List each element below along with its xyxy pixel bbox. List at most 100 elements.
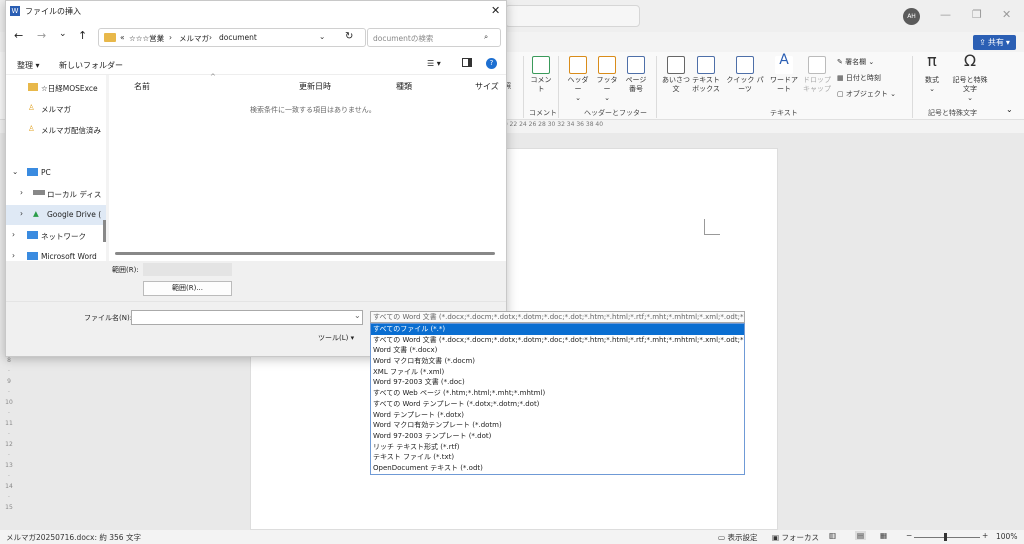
search-input[interactable]: documentの検索 ⌕ [367, 28, 501, 47]
range-field[interactable] [143, 263, 232, 276]
share-icon: ⇪ [979, 38, 986, 47]
chevron-right-icon[interactable]: › [20, 209, 23, 218]
calendar-icon: ▦ [837, 74, 846, 82]
ribbon-button-dropcap[interactable]: ドロップキャップ [803, 56, 831, 94]
view-options-icon[interactable]: ☰ ▾ [427, 59, 441, 68]
file-type-option[interactable]: リッチ テキスト形式 (*.rtf) [371, 442, 744, 453]
file-type-option[interactable]: テキスト ファイル (*.txt) [371, 452, 744, 463]
forward-icon[interactable]: → [37, 29, 46, 42]
file-type-dropdown[interactable]: すべてのファイル (*.*) すべての Word 文書 (*.docx;*.do… [370, 323, 745, 475]
print-layout-icon[interactable]: ▤ [855, 531, 867, 540]
file-type-option[interactable]: Word テンプレート (*.dotx) [371, 410, 744, 421]
close-icon[interactable]: ✕ [491, 4, 500, 17]
chevron-down-icon[interactable]: ⌄ [319, 32, 325, 41]
file-type-option[interactable]: Word 文書 (*.docx) [371, 345, 744, 356]
ribbon-button-symbol[interactable]: Ω 記号と特殊文字 ⌄ [950, 51, 990, 103]
zoom-level[interactable]: 100% [996, 532, 1017, 541]
sidebar-item[interactable]: › ▲ Google Drive ( [6, 205, 106, 225]
share-button[interactable]: ⇪ 共有 ▾ [973, 35, 1016, 50]
breadcrumb-prefix[interactable]: « [120, 33, 125, 42]
address-bar[interactable]: « ☆☆☆営業 › メルマガ › document ⌄ ↻ [98, 28, 366, 47]
margin-corner-mark [704, 219, 720, 235]
sidebar-item[interactable]: ⌄ PC [6, 163, 102, 183]
read-mode-icon[interactable]: ▥ [829, 531, 836, 540]
help-icon[interactable]: ? [486, 58, 497, 69]
zoom-out-icon[interactable]: − [906, 531, 912, 540]
up-icon[interactable]: ↑ [78, 29, 87, 42]
ribbon-button-wordart[interactable]: A ワードアート [770, 53, 798, 94]
ribbon-button-footer[interactable]: フッター ⌄ [594, 56, 620, 103]
word-count[interactable]: メルマガ20250716.docx: 約 356 文字 [6, 532, 141, 543]
file-type-select[interactable]: すべての Word 文書 (*.docx;*.docm;*.dotx;*.dot… [370, 311, 745, 323]
filename-input[interactable]: ⌄ [131, 310, 363, 325]
file-type-option[interactable]: すべてのファイル (*.*) [371, 324, 744, 335]
ribbon-button-page-number[interactable]: ページ番号 [623, 56, 649, 94]
file-type-option[interactable]: Word 97-2003 テンプレート (*.dot) [371, 431, 744, 442]
file-type-option[interactable]: OpenDocument テキスト (*.odt) [371, 463, 744, 474]
file-type-option[interactable]: すべての Word 文書 (*.docx;*.docm;*.dotx;*.dot… [371, 335, 744, 346]
file-type-option[interactable]: Word マクロ有効文書 (*.docm) [371, 356, 744, 367]
new-folder-button[interactable]: 新しいフォルダー [59, 60, 123, 71]
sidebar-item[interactable]: › ネットワーク [6, 226, 102, 246]
avatar[interactable]: AH [903, 8, 920, 25]
sidebar-item[interactable]: ›ローカル ディスク [6, 184, 102, 204]
ribbon-button-greeting[interactable]: あいさつ文 [662, 56, 690, 94]
file-type-option[interactable]: すべての Web ページ (*.htm;*.html;*.mht;*.mhtml… [371, 388, 744, 399]
back-icon[interactable]: ← [14, 29, 23, 42]
column-header-size[interactable]: サイズ [475, 81, 499, 92]
zoom-slider[interactable] [914, 537, 980, 538]
sidebar-scrollbar[interactable] [103, 220, 106, 242]
close-window-icon[interactable]: ✕ [1002, 8, 1011, 21]
recent-locations-icon[interactable]: ⌄ [59, 29, 67, 39]
column-header-modified[interactable]: 更新日時 [299, 81, 331, 92]
column-header-name[interactable]: 名前 [134, 81, 150, 92]
web-layout-icon[interactable]: ▦ [880, 531, 887, 540]
chevron-right-icon[interactable]: › [12, 251, 15, 260]
minimize-icon[interactable]: — [940, 8, 951, 21]
organize-button[interactable]: 整理 ▾ [17, 60, 40, 71]
file-type-option[interactable]: XML ファイル (*.xml) [371, 367, 744, 378]
ribbon-signature-line[interactable]: ✎ 署名欄 ⌄ [837, 58, 907, 67]
breadcrumb-item[interactable]: document [219, 33, 257, 42]
disk-icon [33, 190, 45, 195]
refresh-icon[interactable]: ↻ [345, 31, 353, 42]
file-type-option[interactable]: Word 97-2003 文書 (*.doc) [371, 377, 744, 388]
sidebar-item[interactable]: › Microsoft Word [6, 247, 102, 261]
column-header-type[interactable]: 種類 [396, 81, 412, 92]
sidebar-item[interactable]: ♙ メルマガ配信済み [6, 120, 102, 140]
focus-button[interactable]: ▣ フォーカス [772, 532, 819, 543]
tools-button[interactable]: ツール(L) ▾ [318, 333, 354, 343]
folder-icon [104, 33, 116, 42]
ribbon-date-time[interactable]: ▦ 日付と時刻 [837, 74, 907, 83]
ribbon-button-comment[interactable]: コメント [528, 56, 554, 94]
ribbon-object[interactable]: ▢ オブジェクト ⌄ [837, 90, 907, 99]
preview-pane-icon[interactable] [462, 58, 472, 67]
file-type-option[interactable]: Word マクロ有効テンプレート (*.dotm) [371, 420, 744, 431]
file-type-option[interactable]: すべての Word テンプレート (*.dotx;*.dotm;*.dot) [371, 399, 744, 410]
word-search-box[interactable] [505, 5, 640, 27]
chevron-down-icon[interactable]: ⌄ [12, 167, 18, 176]
sidebar-item[interactable]: ☆日経MOSExce [6, 78, 102, 98]
omega-icon: Ω [963, 51, 977, 70]
collapse-ribbon-icon[interactable]: ⌄ [1006, 105, 1013, 114]
ribbon-button-textbox[interactable]: テキストボックス [692, 56, 720, 94]
display-settings-button[interactable]: ▭ 表示設定 [718, 532, 757, 543]
pi-icon: π [927, 51, 937, 70]
ribbon-button-quick-parts[interactable]: クイック パーツ [724, 56, 766, 94]
file-list[interactable]: 名前 ^ 更新日時 種類 サイズ 検索条件に一致する項目はありません。 [109, 73, 506, 261]
chevron-down-icon[interactable]: ⌄ [354, 311, 361, 320]
breadcrumb-item[interactable]: メルマガ [179, 33, 209, 44]
zoom-in-icon[interactable]: + [982, 531, 988, 540]
chevron-right-icon[interactable]: › [12, 230, 15, 239]
search-icon[interactable]: ⌕ [484, 32, 488, 42]
ribbon-button-header[interactable]: ヘッダー ⌄ [565, 56, 591, 103]
zoom-slider-thumb[interactable] [944, 533, 947, 541]
sidebar-item[interactable]: ♙ メルマガ [6, 99, 102, 119]
horizontal-scrollbar[interactable] [115, 252, 495, 255]
maximize-icon[interactable]: ❐ [972, 8, 982, 21]
breadcrumb-item[interactable]: ☆☆☆営業 [129, 33, 164, 44]
ribbon-button-equation[interactable]: π 数式 ⌄ [918, 51, 946, 94]
chevron-right-icon[interactable]: › [20, 188, 23, 197]
breadcrumb-separator: › [209, 33, 212, 42]
range-button[interactable]: 範囲(R)... [143, 281, 232, 296]
